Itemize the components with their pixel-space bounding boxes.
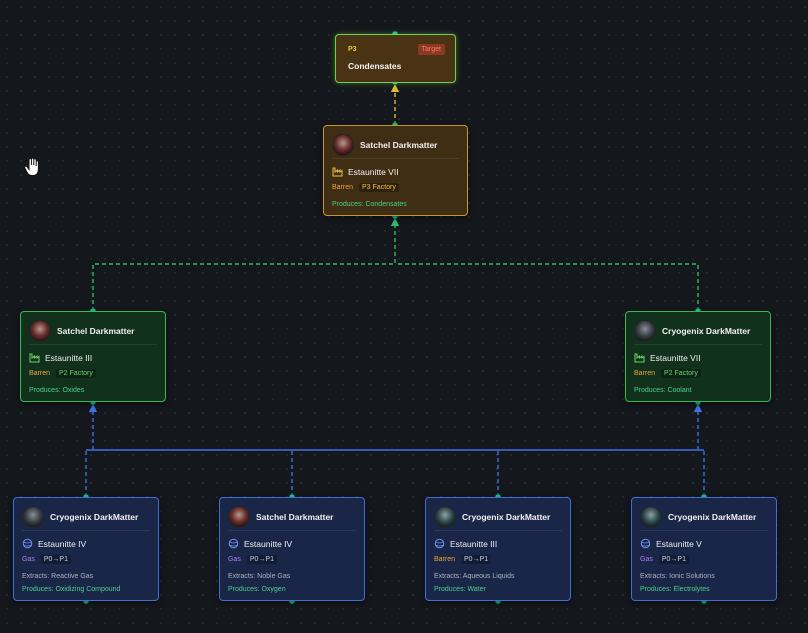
planet-name: Estaunitte V	[656, 538, 702, 549]
divider	[434, 530, 562, 531]
extracts-label: Extracts: Ionic Solutions	[640, 573, 715, 580]
divider	[634, 344, 762, 345]
divider	[228, 530, 356, 531]
planet-type: Gas	[228, 556, 241, 563]
extractor-node[interactable]: Cryogenix DarkMatter Estaunitte III Barr…	[425, 497, 571, 601]
planet-icon	[434, 538, 445, 549]
target-tier: P3	[348, 46, 357, 53]
avatar	[332, 134, 354, 156]
character-name: Cryogenix DarkMatter	[462, 512, 551, 522]
character-name: Satchel Darkmatter	[57, 326, 135, 336]
extracts-label: Extracts: Noble Gas	[228, 573, 291, 580]
edge-l2a-l1	[92, 217, 400, 311]
planet-type: Barren	[434, 556, 456, 563]
planet-type: Gas	[22, 556, 35, 563]
extracts-label: Extracts: Aqueous Liquids	[434, 573, 515, 580]
planet-name: Estaunitte VII	[348, 166, 399, 177]
avatar	[640, 506, 662, 528]
planet-type: Barren	[332, 184, 354, 191]
facility-badge: P0→P1	[461, 555, 492, 564]
planet-row: Estaunitte V	[640, 538, 702, 549]
facility-badge: P0→P1	[658, 555, 689, 564]
tags-row: Gas P0→P1	[22, 555, 71, 564]
tags-row: Gas P0→P1	[228, 555, 277, 564]
node-header: Satchel Darkmatter	[228, 506, 333, 528]
planet-name: Estaunitte VII	[650, 352, 701, 363]
divider	[332, 158, 459, 159]
character-name: Satchel Darkmatter	[256, 512, 334, 522]
produces-label: Produces: Electrolytes	[640, 586, 710, 593]
planet-name: Estaunitte III	[450, 538, 498, 549]
planet-type: Barren	[634, 370, 656, 377]
target-badge: Target	[417, 44, 445, 55]
character-name: Cryogenix DarkMatter	[668, 512, 757, 522]
produces-label: Produces: Oxidizing Compound	[22, 586, 121, 593]
node-header: Satchel Darkmatter	[332, 134, 437, 156]
produces-label: Produces: Oxygen	[228, 586, 286, 593]
produces-label: Produces: Condensates	[332, 201, 407, 208]
planet-row: Estaunitte III	[434, 538, 497, 549]
p2-factory-node[interactable]: Cryogenix DarkMatter Estaunitte VII Barr…	[625, 311, 771, 402]
factory-icon	[29, 353, 40, 363]
extractor-node[interactable]: Cryogenix DarkMatter Estaunitte V Gas P0…	[631, 497, 777, 601]
produces-label: Produces: Water	[434, 586, 486, 593]
character-name: Cryogenix DarkMatter	[662, 326, 751, 336]
facility-badge: P0→P1	[40, 555, 71, 564]
extractor-node[interactable]: Satchel Darkmatter Estaunitte IV Gas P0→…	[219, 497, 365, 601]
facility-badge: P0→P1	[246, 555, 277, 564]
planet-type: Gas	[640, 556, 653, 563]
planet-row: Estaunitte VII	[332, 166, 399, 177]
hand-cursor-icon	[24, 157, 39, 176]
planet-row: Estaunitte IV	[228, 538, 292, 549]
avatar	[22, 506, 44, 528]
planet-name: Estaunitte IV	[244, 538, 293, 549]
character-name: Satchel Darkmatter	[360, 140, 438, 150]
tags-row: Barren P2 Factory	[634, 369, 701, 378]
target-node[interactable]: P3 Target Condensates	[335, 34, 456, 83]
planet-type: Barren	[29, 370, 51, 377]
edge-l2b-l1	[395, 263, 699, 311]
node-header: Cryogenix DarkMatter	[640, 506, 756, 528]
planet-icon	[640, 538, 651, 549]
avatar	[29, 320, 51, 342]
node-header: Cryogenix DarkMatter	[22, 506, 138, 528]
avatar	[228, 506, 250, 528]
avatar	[634, 320, 656, 342]
planet-row: Estaunitte IV	[22, 538, 86, 549]
produces-label: Produces: Oxides	[29, 387, 85, 394]
divider	[640, 530, 768, 531]
planet-row: Estaunitte VII	[634, 352, 701, 363]
p2-factory-node[interactable]: Satchel Darkmatter Estaunitte III Barren…	[20, 311, 166, 402]
facility-badge: P3 Factory	[359, 183, 399, 192]
tags-row: Barren P0→P1	[434, 555, 492, 564]
produces-label: Produces: Coolant	[634, 387, 692, 394]
planet-icon	[22, 538, 33, 549]
node-header: Cryogenix DarkMatter	[434, 506, 550, 528]
divider	[22, 530, 150, 531]
target-name: Condensates	[348, 61, 402, 71]
planet-icon	[228, 538, 239, 549]
avatar	[434, 506, 456, 528]
node-header: Satchel Darkmatter	[29, 320, 134, 342]
character-name: Cryogenix DarkMatter	[50, 512, 139, 522]
extractor-node[interactable]: Cryogenix DarkMatter Estaunitte IV Gas P…	[13, 497, 159, 601]
planet-row: Estaunitte III	[29, 352, 92, 363]
node-header: Cryogenix DarkMatter	[634, 320, 750, 342]
tags-row: Gas P0→P1	[640, 555, 689, 564]
factory-icon	[634, 353, 645, 363]
planet-name: Estaunitte III	[45, 352, 93, 363]
facility-badge: P2 Factory	[56, 369, 96, 378]
p3-factory-node[interactable]: Satchel Darkmatter Estaunitte VII Barren…	[323, 125, 468, 216]
extracts-label: Extracts: Reactive Gas	[22, 573, 94, 580]
planet-name: Estaunitte IV	[38, 538, 87, 549]
factory-icon	[332, 167, 343, 177]
facility-badge: P2 Factory	[661, 369, 701, 378]
divider	[29, 344, 157, 345]
tags-row: Barren P2 Factory	[29, 369, 96, 378]
tags-row: Barren P3 Factory	[332, 183, 399, 192]
